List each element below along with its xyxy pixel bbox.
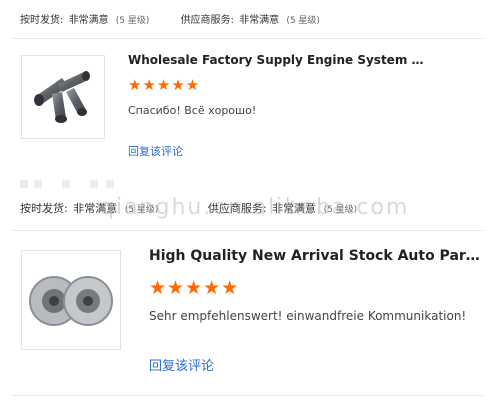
delivery-level: (5 星级)	[115, 16, 150, 26]
delivery-label: 按时发货:	[20, 15, 64, 26]
brake-disc-image	[29, 276, 113, 326]
review-comment: Sehr empfehlenswert! einwandfreie Kommun…	[149, 309, 467, 323]
review-comment: Спасибо! Всё хорошо!	[128, 104, 257, 117]
product-thumbnail[interactable]	[21, 55, 105, 139]
engine-pipe-image	[34, 71, 90, 123]
service-value: 非常满意	[239, 15, 280, 26]
product-title-link[interactable]: High Quality New Arrival Stock Auto Part…	[149, 248, 485, 264]
blurred-username	[62, 180, 70, 188]
service-label: 供应商服务:	[180, 15, 234, 26]
delivery-label: 按时发货:	[20, 202, 68, 215]
blurred-username	[90, 180, 98, 188]
star-rating: ★★★★★	[128, 76, 201, 94]
rating-summary-top: 按时发货: 非常满意 (5 星级) 供应商服务: 非常满意 (5 星级)	[20, 11, 348, 26]
blurred-username	[34, 180, 42, 188]
blurred-username	[106, 180, 114, 188]
service-level: (5 星级)	[286, 16, 320, 26]
product-title-link[interactable]: Wholesale Factory Supply Engine System P…	[128, 53, 428, 67]
divider-bottom	[12, 395, 483, 396]
product-thumbnail[interactable]	[21, 250, 121, 350]
divider-top	[12, 38, 483, 39]
divider-middle	[12, 230, 483, 231]
delivery-value: 非常满意	[68, 15, 109, 26]
star-rating: ★★★★★	[149, 277, 240, 299]
blurred-username	[20, 180, 28, 188]
reply-review-link[interactable]: 回复该评论	[149, 355, 214, 374]
watermark-text: qianghu.en.alibaba.com	[100, 195, 410, 220]
reply-review-link[interactable]: 回复该评论	[128, 143, 183, 159]
